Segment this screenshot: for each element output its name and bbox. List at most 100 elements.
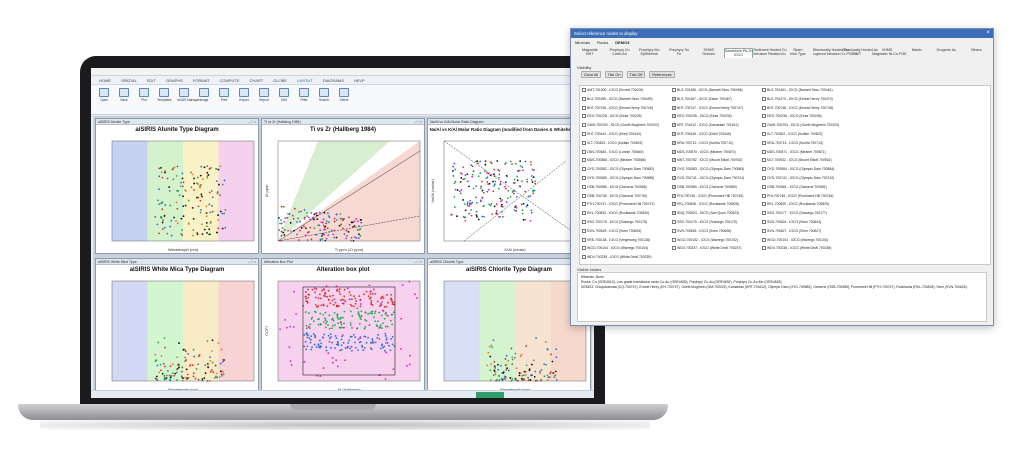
subtab-fe[interactable]: Porphyry Sn Fe [664, 48, 694, 57]
checkbox-checked-icon[interactable]: ✓ [672, 176, 676, 180]
reference-checkbox-item[interactable]: ✓ KRA-700712 - IOCG (Kurilla 700712) [672, 140, 733, 145]
checkbox-empty-icon[interactable] [582, 211, 586, 216]
reference-checkbox-item[interactable]: MLT-700932 - IOCG (Mount Elliott 700932) [762, 158, 832, 163]
reference-checkbox-item[interactable]: PTH-700747 - IOCG (Prominent Hill 700747… [582, 202, 654, 207]
checkbox-empty-icon[interactable] [762, 96, 766, 101]
checkbox-empty-icon[interactable] [762, 114, 766, 119]
reference-checkbox-item[interactable]: OYD-700585 - IOCG (Olympic Dam 700585) [582, 176, 654, 180]
checkbox-empty-icon[interactable] [582, 88, 586, 92]
checkbox-empty-icon[interactable] [582, 220, 586, 224]
menu-item-format[interactable]: FORMAT [193, 78, 210, 83]
subtab-greisen[interactable]: SHMS Greisen [694, 48, 724, 57]
reference-checkbox-item[interactable]: PHI-700746 - IOCG (Prominent Hill 700746… [762, 193, 833, 198]
checkbox-empty-icon[interactable] [672, 246, 676, 251]
subtab-mantu[interactable]: Mantu [902, 48, 932, 52]
checkbox-checked-icon[interactable]: ✓ [672, 132, 676, 136]
menu-item-spatial[interactable]: SPATIAL [121, 78, 137, 83]
checkbox-empty-icon[interactable] [762, 184, 766, 189]
reference-checkbox-item[interactable]: OYD-700582 - IOCG (Olympic Dam 700582) [582, 167, 654, 172]
checkbox-empty-icon[interactable] [582, 255, 586, 260]
ribbon-button-search[interactable]: Search [317, 88, 331, 108]
reference-checkbox-item[interactable]: OYD-700584 - IOCG (Olympic Dam 700584) [762, 167, 834, 172]
checkbox-empty-icon[interactable] [762, 149, 766, 154]
checkbox-checked-icon[interactable]: ✓ [672, 202, 676, 207]
checkbox-empty-icon[interactable] [582, 184, 586, 189]
reference-checkbox-item[interactable]: ✓ BHT-700747 - IOCG (Ernest Henry 700747) [672, 105, 743, 110]
reference-checkbox-item[interactable]: WGO-700103 - IOCG (Warrego 700103) [762, 237, 828, 242]
clear-all-button[interactable]: Clear All [581, 71, 601, 78]
checkbox-empty-icon[interactable] [582, 158, 586, 163]
plot-pane-4[interactable]: aiSIRIS White Mica Type – □ × aiSIRIS Whit… [95, 258, 259, 394]
checkbox-empty-icon[interactable] [582, 167, 586, 172]
checkbox-empty-icon[interactable] [762, 167, 766, 172]
reference-checkbox-item[interactable]: WGO-700102 - IOCG (Warrego 700102) [672, 237, 738, 242]
reference-checkbox-item[interactable]: ✓ DEO-700235 - IOCG (Eeka 700235) [672, 114, 732, 119]
subtab-mvt[interactable]: Structurally Hosted Au MVT [842, 48, 878, 57]
tick-off-button[interactable]: Tick Off [627, 71, 645, 78]
checkbox-empty-icon[interactable] [582, 193, 586, 198]
checkbox-empty-icon[interactable] [672, 237, 676, 242]
subtab-others[interactable]: Others [961, 48, 991, 52]
reference-checkbox-item[interactable]: AMT-701000 - IOCG (Ernest 701000) [582, 88, 643, 92]
reference-checkbox-item[interactable]: GWH-700203 - IOCG (Guelb Moghrein 700203… [762, 123, 839, 128]
ribbon-button-print[interactable]: Print [217, 88, 231, 108]
tab-minerals[interactable]: Minerals [574, 40, 591, 45]
plot-pane-2[interactable]: Ti vs Zr (Hallberg 1984) – □ × Ti vs Zr (H… [261, 118, 425, 254]
reference-checkbox-item[interactable]: RKL-700829 - IOCG (Rocklands 700829) [762, 202, 829, 207]
checkbox-checked-icon[interactable]: ✓ [672, 105, 676, 110]
menu-item-layout[interactable]: LAYOUT [297, 78, 313, 83]
checkbox-empty-icon[interactable] [582, 132, 586, 136]
checkbox-empty-icon[interactable] [762, 220, 766, 224]
checkbox-empty-icon[interactable] [762, 211, 766, 216]
checkbox-empty-icon[interactable] [672, 88, 676, 92]
ribbon-button-export[interactable]: Export [237, 88, 251, 108]
reference-checkbox-item[interactable]: WGO-700104 - IOCG (Warrego 700104) [582, 246, 648, 251]
reference-checkbox-item[interactable]: ✓ MDS-700870 - IOCG (Meaner 700870) [672, 149, 736, 154]
tick-on-button[interactable]: Tick On [605, 71, 623, 78]
ribbon-button-select[interactable]: Select [337, 88, 351, 108]
ribbon-button-report[interactable]: Report [257, 88, 271, 108]
checkbox-checked-icon[interactable]: ✓ [672, 149, 676, 154]
close-icon[interactable]: × [986, 29, 990, 38]
reference-checkbox-item[interactable]: WDV-700237 - IOCG (White Devil 700237) [672, 246, 741, 251]
reference-checkbox-item[interactable]: ✓ KHT-700445 - IOCG (Kheti 700445) [672, 132, 731, 136]
checkbox-empty-icon[interactable] [582, 176, 586, 180]
reference-checkbox-item[interactable]: ✓ PHI-700745 - IOCG (Prominent Hill 70074… [672, 193, 743, 198]
reference-checkbox-item[interactable]: ✓ OSB-700580 - IOCG (Osborne 700580) [672, 184, 737, 189]
checkbox-checked-icon[interactable]: ✓ [672, 140, 676, 145]
reference-checkbox-item[interactable]: OYD-700742 - IOCG (Olympic Dam 700742) [762, 176, 834, 180]
tab-demo3[interactable]: DEMO3 [614, 40, 630, 45]
reference-checkbox-item[interactable]: BHT-700748 - IOCG (Ernest Henry 700748) [762, 105, 833, 110]
checkbox-empty-icon[interactable] [582, 202, 586, 207]
checkbox-checked-icon[interactable]: ✓ [672, 184, 676, 189]
menu-item-help[interactable]: HELP [354, 78, 364, 83]
checkbox-checked-icon[interactable]: ✓ [672, 123, 676, 128]
checkbox-empty-icon[interactable] [582, 123, 586, 128]
checkbox-empty-icon[interactable] [762, 202, 766, 207]
checkbox-empty-icon[interactable] [762, 237, 766, 242]
reference-checkbox-item[interactable]: WDV-700239 - IOCG (White Devil 700239) [582, 255, 651, 260]
menu-item-graphs[interactable]: GRAPHS [166, 78, 183, 83]
reference-checkbox-item[interactable]: OSB-700585 - IOCG (Osborne 700585) [582, 184, 647, 189]
tab-rocks[interactable]: Rocks [596, 40, 609, 45]
reference-checkbox-item[interactable]: MDS-700871 - IOCG (Meaner 700871) [762, 149, 826, 154]
checkbox-empty-icon[interactable] [762, 88, 766, 92]
reference-checkbox-item[interactable]: OSB-700581 - IOCG (Osborne 700581) [762, 184, 827, 189]
reference-checkbox-item[interactable]: ✓ RKL-700828 - IOCG (Rocklands 700828) [672, 202, 739, 207]
reference-checkbox-item[interactable]: GWH-700202 - IOCG (Guelb Moghrein 700202… [582, 123, 659, 128]
ribbon-button-save[interactable]: Save [117, 88, 131, 108]
checkbox-empty-icon[interactable] [762, 176, 766, 180]
reference-checkbox-item[interactable]: BLS-700461 - IOCG (Barnett Seco 700461) [762, 88, 833, 92]
reference-checkbox-item[interactable]: SVN-700627 - IOCG (Sven 700627) [762, 228, 821, 233]
reference-checkbox-item[interactable]: SSG-700177 - IOCG (Sossego 700177) [762, 211, 827, 216]
checkbox-empty-icon[interactable] [672, 228, 676, 233]
checkbox-empty-icon[interactable] [582, 114, 586, 119]
checkbox-empty-icon[interactable] [582, 246, 586, 251]
checkbox-empty-icon[interactable] [582, 237, 586, 242]
ribbon-button-plot[interactable]: Plot [137, 88, 151, 108]
checkbox-empty-icon[interactable] [762, 123, 766, 128]
reference-checkbox-item[interactable]: DEO-700228 - IOCG (Eeka 700228) [582, 114, 642, 119]
subtab-magmatic-ni-cu-pge[interactable]: VHMS Magmatic Ni-Cu-PGE [872, 48, 907, 57]
reference-checkbox-item[interactable]: KLT-700822 - IOCG (Kuillan 700822) [762, 132, 823, 136]
plot-pane-6[interactable]: aiSIRIS Chlorite Type– □ ×aiSIRIS Chlori… [427, 258, 591, 394]
